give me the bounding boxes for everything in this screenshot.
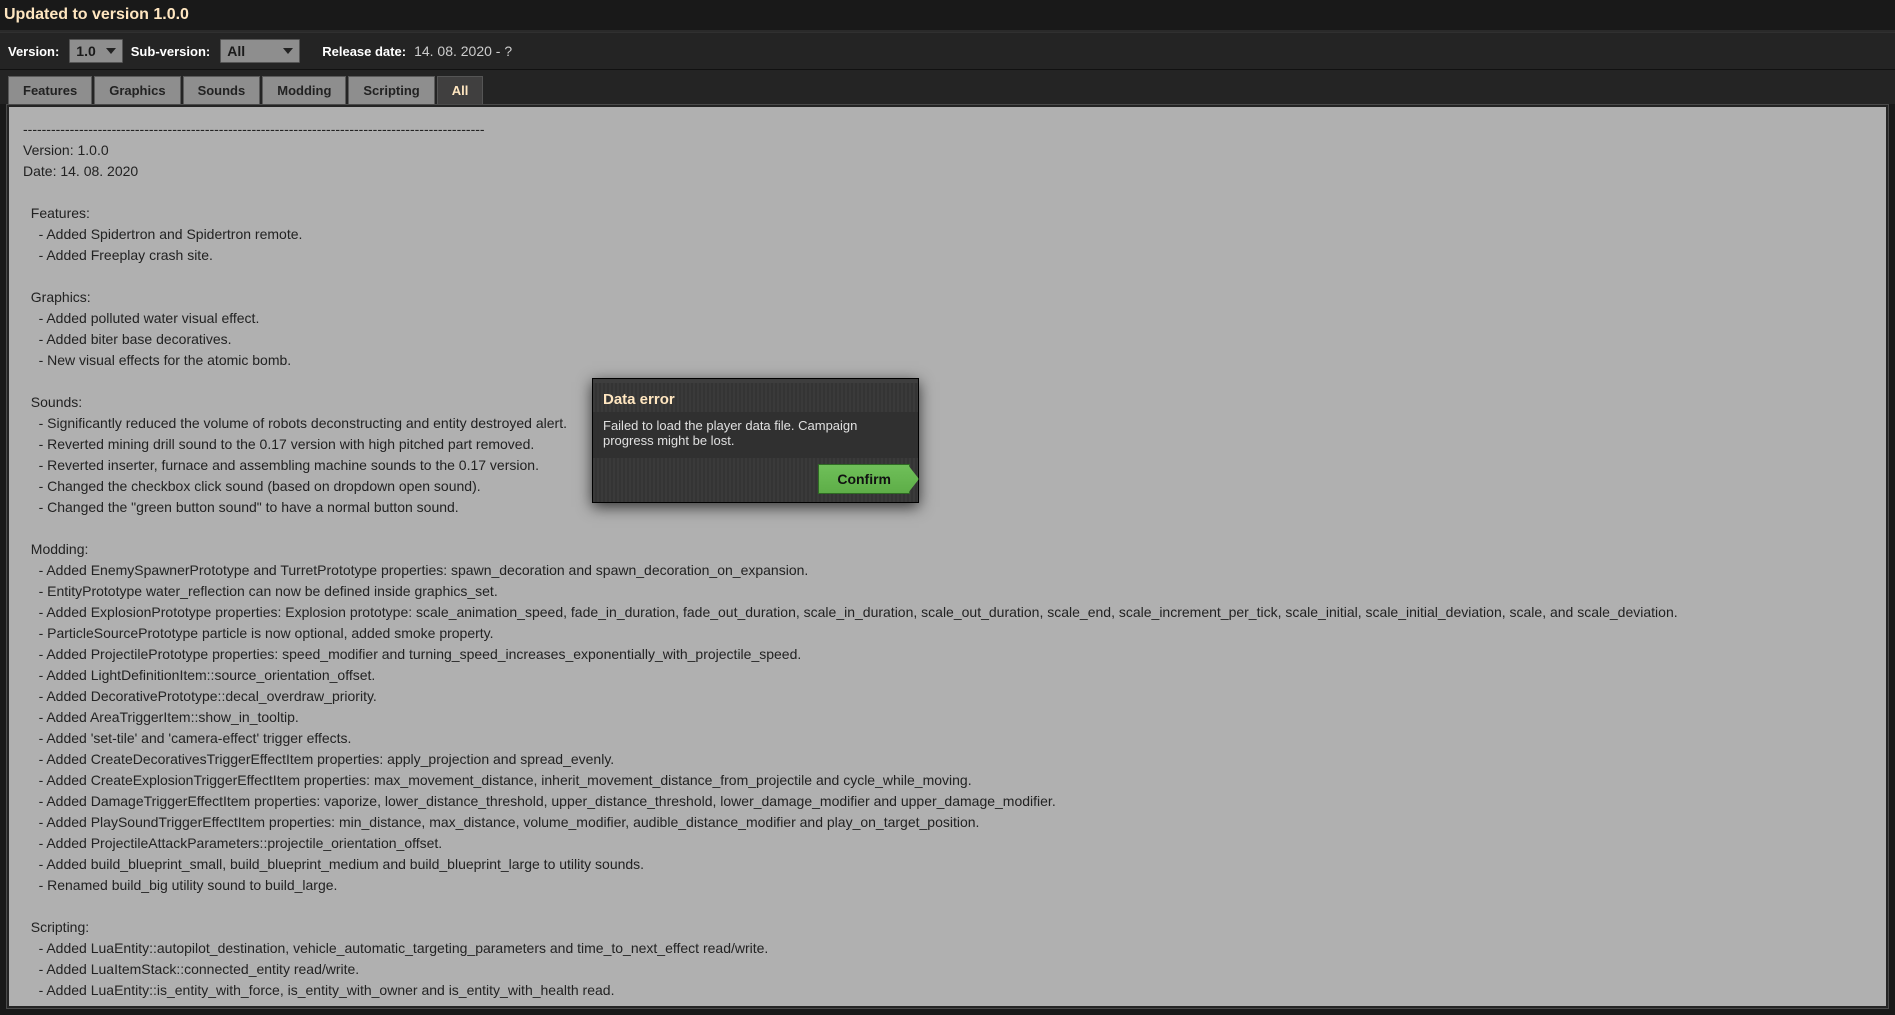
tab-all[interactable]: All bbox=[437, 76, 484, 104]
release-date-value: 14. 08. 2020 - ? bbox=[414, 43, 512, 59]
dialog-footer: Confirm bbox=[593, 458, 918, 502]
subversion-dropdown-value: All bbox=[227, 43, 245, 59]
release-date-label: Release date: bbox=[322, 44, 406, 59]
error-dialog: Data error Failed to load the player dat… bbox=[592, 378, 919, 503]
tab-scripting[interactable]: Scripting bbox=[348, 76, 434, 104]
changelog-frame: ----------------------------------------… bbox=[6, 104, 1889, 1009]
version-dropdown-value: 1.0 bbox=[76, 43, 95, 59]
chevron-down-icon bbox=[283, 48, 293, 54]
dialog-title: Data error bbox=[593, 379, 918, 412]
subversion-dropdown[interactable]: All bbox=[220, 39, 300, 63]
version-dropdown[interactable]: 1.0 bbox=[69, 39, 122, 63]
page-title: Updated to version 1.0.0 bbox=[0, 0, 1895, 32]
tab-strip: Features Graphics Sounds Modding Scripti… bbox=[0, 70, 1895, 104]
tab-features[interactable]: Features bbox=[8, 76, 92, 104]
tab-graphics[interactable]: Graphics bbox=[94, 76, 180, 104]
tab-modding[interactable]: Modding bbox=[262, 76, 346, 104]
chevron-down-icon bbox=[106, 48, 116, 54]
subversion-label: Sub-version: bbox=[131, 44, 210, 59]
version-label: Version: bbox=[8, 44, 59, 59]
dialog-body: Failed to load the player data file. Cam… bbox=[593, 412, 918, 458]
tab-sounds[interactable]: Sounds bbox=[183, 76, 261, 104]
filter-bar: Version: 1.0 Sub-version: All Release da… bbox=[0, 32, 1895, 70]
changelog-text[interactable]: ----------------------------------------… bbox=[9, 107, 1886, 1006]
confirm-button[interactable]: Confirm bbox=[818, 464, 910, 494]
